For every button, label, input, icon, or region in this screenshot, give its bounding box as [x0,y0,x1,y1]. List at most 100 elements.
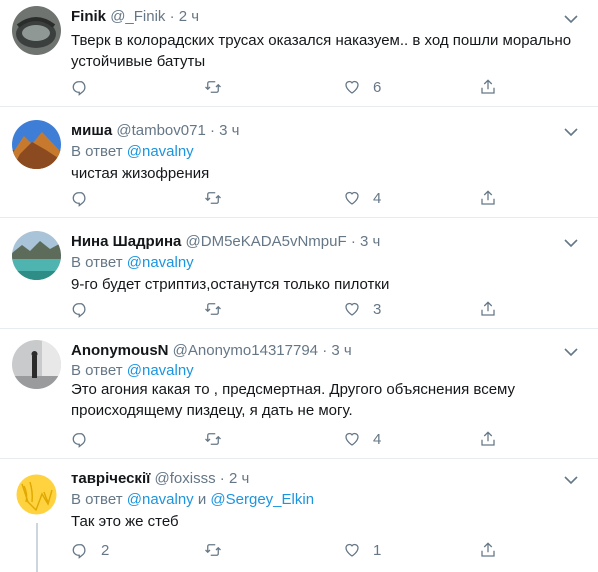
chevron-down-icon[interactable] [564,475,578,485]
tweet[interactable]: Finik @_Finik · 2 ч Тверк в колорадских … [0,0,598,107]
tweet-text: 9-го будет стриптиз,останутся только пил… [71,276,390,293]
avatar[interactable] [12,120,61,169]
tweet-actions: 4 [71,429,511,449]
chevron-down-icon[interactable] [564,347,578,357]
tweet-actions: 6 [71,77,511,97]
reply-icon [72,544,86,559]
like-button[interactable]: 4 [343,188,381,208]
tweet[interactable]: миша @tambov071 · 3 ч В ответ @navalny ч… [0,107,598,218]
mention-link[interactable]: @navalny [127,254,194,271]
mention-link[interactable]: @Sergey_Elkin [210,491,314,508]
reply-joiner: и [197,491,207,508]
avatar[interactable] [12,231,61,280]
author-name[interactable]: миша [71,122,112,139]
like-button[interactable]: 1 [343,540,381,560]
tweet[interactable]: Нина Шадрина @DM5eKADA5vNmpuF · 3 ч В от… [0,218,598,329]
avatar[interactable] [12,340,61,389]
tweet-header: Finik @_Finik · 2 ч [71,8,199,25]
tweet-actions: 4 [71,188,511,208]
reply-button[interactable] [71,429,101,449]
tweet[interactable]: AnonymousN @Anonymo14317794 · 3 ч В отве… [0,329,598,459]
thread-line [36,523,38,572]
reply-context: В ответ @navalny [71,254,194,271]
retweet-icon [205,81,221,93]
chevron-down-icon[interactable] [564,14,578,24]
share-button[interactable] [479,429,497,449]
timestamp[interactable]: 3 ч [360,233,380,250]
tweet-text: Это агония какая то , предсмертная. Друг… [71,381,516,419]
timestamp[interactable]: 3 ч [219,122,239,139]
reply-button[interactable] [71,299,101,319]
retweet-button[interactable] [204,299,234,319]
avatar[interactable] [12,470,61,519]
chevron-down-icon[interactable] [564,127,578,137]
mention-link[interactable]: @navalny [127,143,194,160]
retweet-icon [205,433,221,445]
separator-dot: · [209,122,215,139]
author-name[interactable]: тавріческії [71,470,150,487]
like-count: 6 [373,78,382,96]
tweet-text: Тверк в колорадских трусах оказался нака… [71,32,572,70]
author-name[interactable]: AnonymousN [71,342,169,359]
share-icon [481,542,495,557]
mention-link[interactable]: @navalny [127,362,194,379]
share-icon [481,190,495,205]
author-handle[interactable]: @foxisss [155,470,216,487]
reply-prefix: В ответ [71,143,123,160]
reply-context: В ответ @navalny [71,362,194,379]
separator-dot: · [322,342,328,359]
tweet[interactable]: тавріческії @foxisss · 2 ч В ответ @nava… [0,459,598,572]
share-icon [481,301,495,316]
tweet-actions: 2 1 [71,540,511,560]
retweet-button[interactable] [204,429,234,449]
share-button[interactable] [479,188,497,208]
retweet-icon [205,192,221,204]
avatar[interactable] [12,6,61,55]
tweet-header: миша @tambov071 · 3 ч [71,122,239,139]
separator-dot: · [350,233,356,250]
tweet-header: Нина Шадрина @DM5eKADA5vNmpuF · 3 ч [71,233,380,250]
timestamp[interactable]: 2 ч [179,8,199,25]
share-button[interactable] [479,540,497,560]
tweet-text: Так это же стеб [71,513,179,530]
like-count: 3 [373,300,382,318]
reply-icon [72,192,86,207]
reply-count: 2 [101,541,110,559]
reply-button[interactable]: 2 [71,540,109,560]
like-count: 4 [373,430,382,448]
reply-icon [72,81,86,96]
author-name[interactable]: Нина Шадрина [71,233,181,250]
reply-context: В ответ @navalny [71,143,194,160]
retweet-button[interactable] [204,77,234,97]
share-button[interactable] [479,299,497,319]
like-button[interactable]: 6 [343,77,381,97]
like-button[interactable]: 3 [343,299,381,319]
heart-icon [345,543,359,557]
reply-button[interactable] [71,188,101,208]
heart-icon [345,191,359,205]
chevron-down-icon[interactable] [564,238,578,248]
reply-prefix: В ответ [71,362,123,379]
author-handle[interactable]: @Anonymo14317794 [173,342,318,359]
reply-button[interactable] [71,77,101,97]
reply-icon [72,303,86,318]
separator-dot: · [169,8,175,25]
share-icon [481,431,495,446]
author-handle[interactable]: @tambov071 [116,122,205,139]
heart-icon [345,432,359,446]
reply-prefix: В ответ [71,254,123,271]
tweet-header: тавріческії @foxisss · 2 ч [71,470,249,487]
retweet-button[interactable] [204,188,234,208]
timestamp[interactable]: 3 ч [331,342,351,359]
share-button[interactable] [479,77,497,97]
heart-icon [345,302,359,316]
author-name[interactable]: Finik [71,8,106,25]
mention-link[interactable]: @navalny [127,491,194,508]
reply-context: В ответ @navalny и @Sergey_Elkin [71,491,314,508]
author-handle[interactable]: @DM5eKADA5vNmpuF [186,233,347,250]
author-handle[interactable]: @_Finik [110,8,165,25]
like-button[interactable]: 4 [343,429,381,449]
timestamp[interactable]: 2 ч [229,470,249,487]
retweet-button[interactable] [204,540,234,560]
heart-icon [345,80,359,94]
